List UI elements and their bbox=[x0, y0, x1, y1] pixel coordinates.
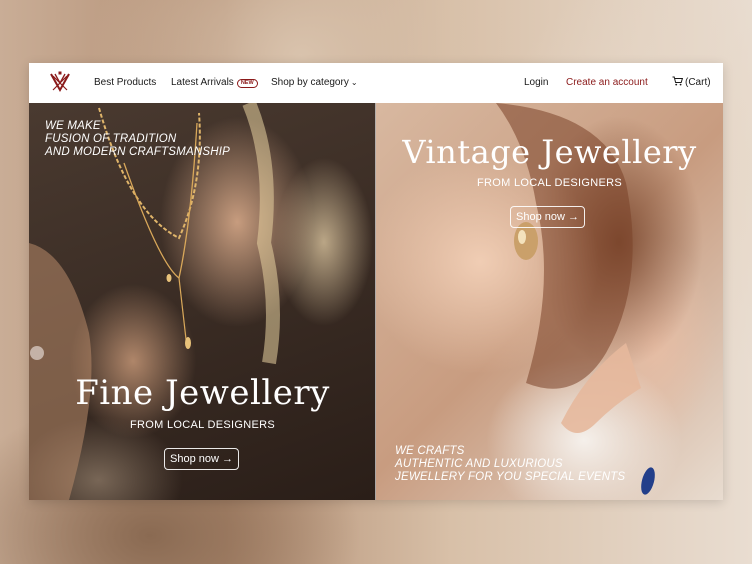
arrow-right-icon: → bbox=[567, 211, 579, 223]
create-account-label: Create an account bbox=[566, 77, 648, 88]
logo-icon[interactable] bbox=[49, 71, 71, 93]
nav-latest-arrivals-label: Latest Arrivals bbox=[171, 77, 234, 88]
right-subtitle: FROM LOCAL DESIGNERS bbox=[477, 177, 622, 189]
nav-shop-by-category[interactable]: Shop by category ⌄ bbox=[271, 63, 358, 103]
login-link[interactable]: Login bbox=[524, 63, 548, 103]
vintage-jewellery-panel[interactable]: Vintage Jewellery FROM LOCAL DESIGNERS S… bbox=[376, 103, 723, 500]
cart-icon bbox=[672, 76, 683, 86]
new-badge: NEW bbox=[236, 79, 258, 88]
fine-jewellery-panel[interactable]: WE MAKE FUSION OF TRADITION AND MODERN C… bbox=[29, 103, 376, 500]
shop-now-label: Shop now bbox=[516, 211, 565, 223]
cart-label: (Cart) bbox=[685, 77, 711, 88]
browser-frame: Best Products Latest Arrivals NEW Shop by… bbox=[29, 63, 723, 500]
chevron-down-icon: ⌄ bbox=[350, 78, 358, 87]
login-label: Login bbox=[524, 77, 549, 88]
create-account-link[interactable]: Create an account bbox=[566, 63, 648, 103]
left-subtitle: FROM LOCAL DESIGNERS bbox=[130, 419, 275, 431]
fine-jewellery-shop-button[interactable]: Shop now → bbox=[164, 448, 239, 470]
nav-latest-arrivals[interactable]: Latest Arrivals NEW bbox=[171, 63, 258, 103]
vintage-jewellery-heading: Vintage Jewellery bbox=[402, 133, 697, 171]
arrow-right-icon: → bbox=[221, 453, 233, 465]
nav-best-products-label: Best Products bbox=[94, 77, 157, 88]
left-tagline: WE MAKE FUSION OF TRADITION AND MODERN C… bbox=[45, 120, 230, 158]
top-navigation: Best Products Latest Arrivals NEW Shop by… bbox=[29, 63, 723, 103]
necklace-photo bbox=[29, 103, 280, 500]
fine-jewellery-heading: Fine Jewellery bbox=[75, 373, 330, 413]
right-tagline: WE CRAFTS AUTHENTIC AND LUXURIOUS JEWELL… bbox=[395, 445, 626, 483]
nav-shop-by-category-label: Shop by category bbox=[271, 77, 349, 88]
nav-best-products[interactable]: Best Products bbox=[94, 63, 156, 103]
cart-link[interactable]: (Cart) bbox=[672, 63, 711, 103]
vintage-jewellery-shop-button[interactable]: Shop now → bbox=[510, 206, 585, 228]
shop-now-label: Shop now bbox=[170, 453, 219, 465]
